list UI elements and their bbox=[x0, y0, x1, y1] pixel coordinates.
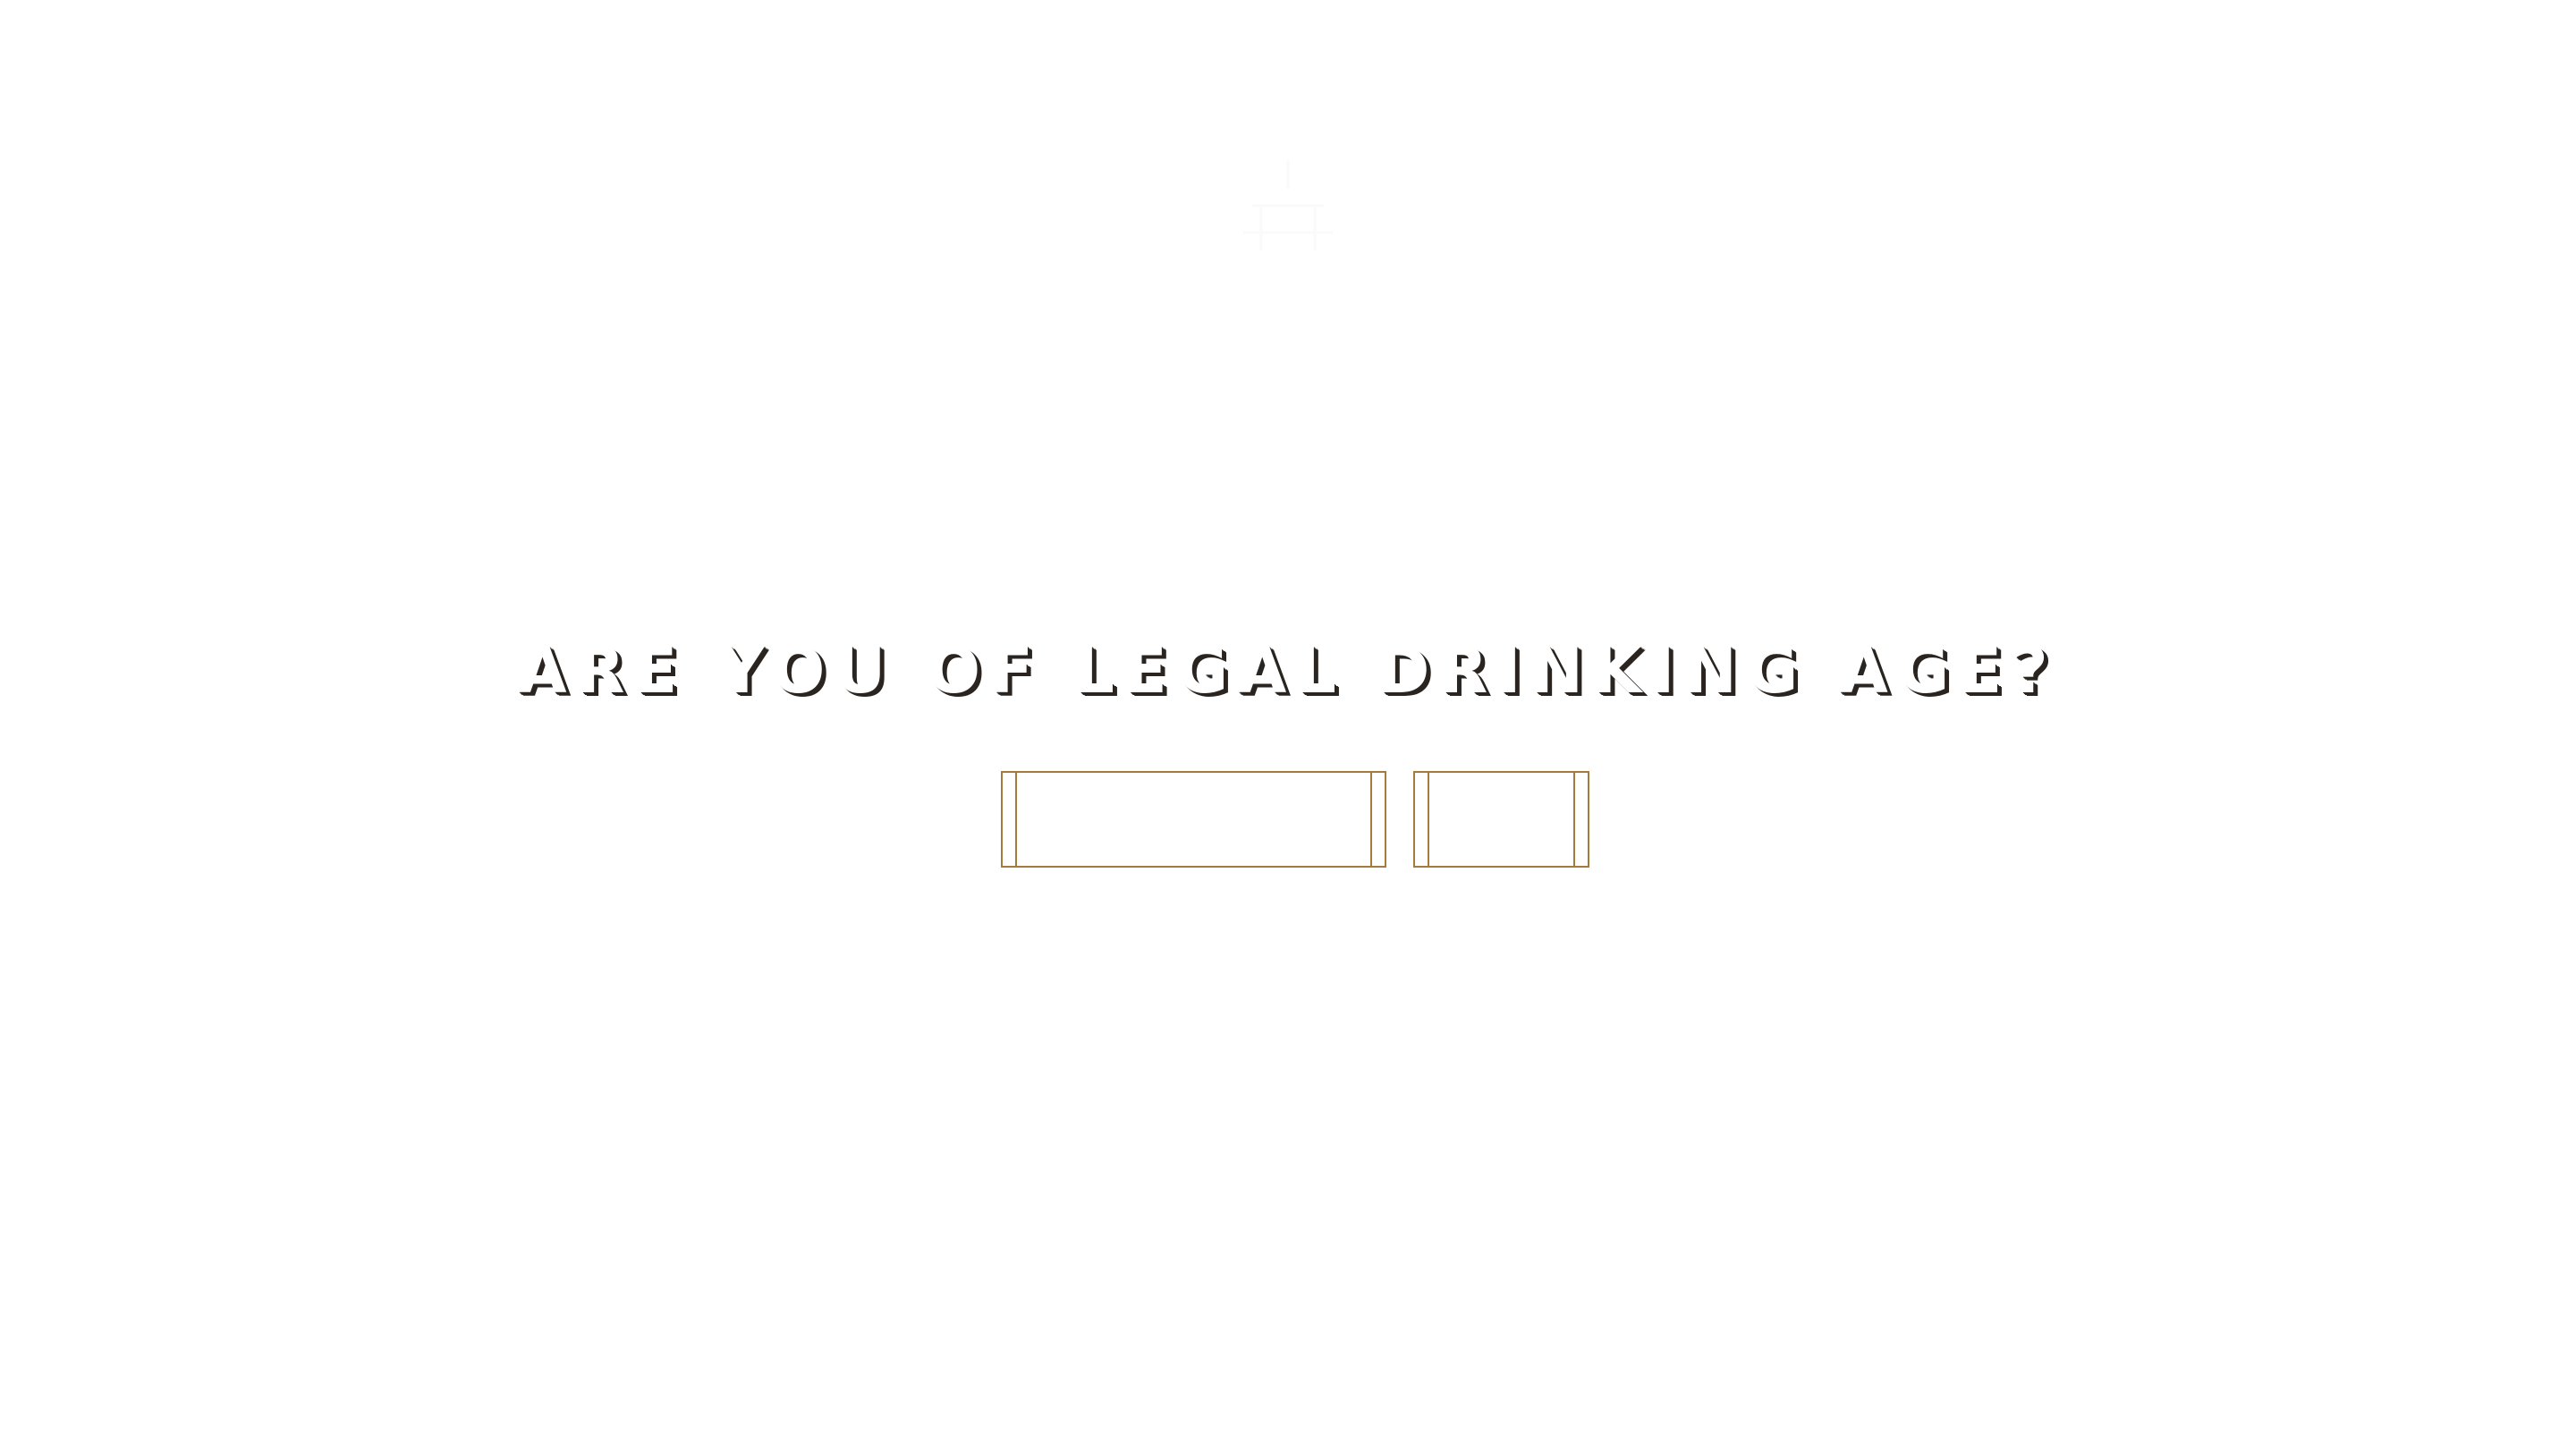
age-confirm-yes-button[interactable] bbox=[1001, 771, 1386, 868]
age-question-heading: ARE YOU OF LEGAL DRINKING AGE? bbox=[518, 634, 2058, 708]
age-confirm-no-button[interactable] bbox=[1413, 771, 1589, 868]
brand-logo-icon bbox=[1190, 152, 1386, 268]
